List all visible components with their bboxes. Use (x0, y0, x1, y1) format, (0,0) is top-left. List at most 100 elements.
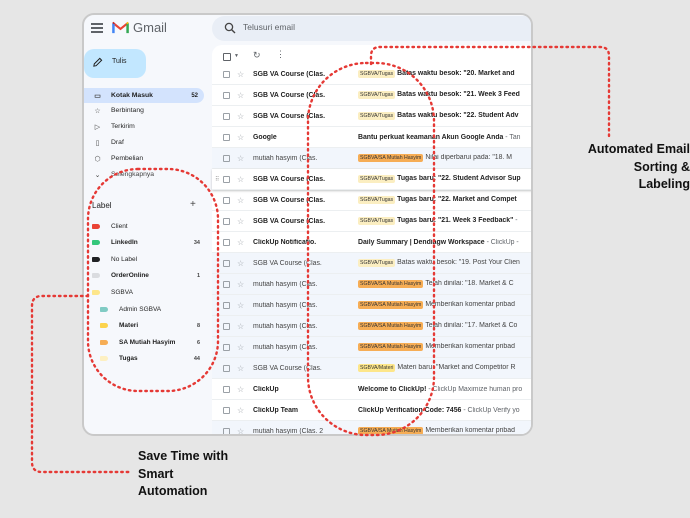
row-checkbox[interactable] (223, 301, 230, 309)
email-label-chip[interactable]: SGBVA/Tugas (358, 91, 396, 99)
star-icon[interactable]: ☆ (237, 112, 244, 121)
email-row[interactable]: ☆ ClickUp Notificatio. Daily Summary | Den… (212, 232, 531, 253)
refresh-icon[interactable]: ↻ (253, 50, 261, 61)
star-icon[interactable]: ☆ (237, 133, 244, 142)
email-label-chip[interactable]: SGBVA/SA Mutiah Hasyim (358, 343, 424, 351)
row-checkbox[interactable] (223, 406, 230, 414)
label-item-sa-mutiah-hasyim[interactable]: SA Mutiah Hasyim 6 (100, 336, 200, 349)
row-checkbox[interactable] (223, 385, 230, 393)
email-row[interactable]: ☆ ClickUp Welcome to ClickUp! - ClickUp Ma… (212, 379, 531, 400)
drag-handle-icon[interactable]: ⠿ (215, 176, 219, 183)
label-item-linkedin[interactable]: LinkedIn 34 (92, 236, 200, 249)
email-label-chip[interactable]: SGBVA/Tugas (358, 112, 396, 120)
star-icon[interactable]: ☆ (237, 385, 244, 394)
add-label-icon[interactable]: + (190, 199, 196, 210)
nav-item-kotak-masuk[interactable]: ▭ Kotak Masuk 52 (84, 88, 204, 103)
row-checkbox[interactable] (223, 70, 230, 78)
row-checkbox[interactable] (223, 133, 230, 141)
email-label-chip[interactable]: SGBVA/SA Mutiah Hasyim (358, 322, 424, 330)
email-subject: Batas waktu besok: "22. Student Adv (397, 112, 519, 119)
main-menu-icon[interactable] (91, 23, 103, 33)
label-item-client[interactable]: Client (92, 220, 200, 233)
select-all-checkbox[interactable] (223, 53, 231, 61)
label-item-admin-sgbva[interactable]: Admin SGBVA (100, 303, 200, 316)
email-row[interactable]: ☆ mutiah hasyim (Clas. 2 SGBVA/SA Mutiah H… (212, 421, 531, 435)
star-icon[interactable]: ☆ (237, 343, 244, 352)
row-checkbox[interactable] (223, 154, 230, 162)
label-item-materi[interactable]: Materi 8 (100, 319, 200, 332)
select-menu-caret-icon[interactable]: ▼ (234, 53, 239, 59)
email-row[interactable]: ☆ mutiah hasyim (Clas. SGBVA/SA Mutiah Has… (212, 148, 531, 169)
nav-item-draf[interactable]: ▯ Draf (84, 135, 204, 150)
row-checkbox[interactable] (223, 112, 230, 120)
star-icon[interactable]: ☆ (237, 406, 244, 415)
nav-item-terkirim[interactable]: ▷ Terkirim (84, 119, 204, 134)
email-row[interactable]: ☆ mutiah hasyim (Clas. SGBVA/SA Mutiah Has… (212, 337, 531, 358)
label-name: Client (111, 223, 128, 230)
row-checkbox[interactable] (223, 427, 230, 434)
label-item-orderonline[interactable]: OrderOnline 1 (92, 269, 200, 282)
email-row[interactable]: ☆ SGB VA Course (Clas. SGBVA/Tugas Batas wa… (212, 64, 531, 85)
email-label-chip[interactable]: SGBVA/SA Mutiah Hasyim (358, 427, 424, 434)
email-row[interactable]: ☆ SGB VA Course (Clas. SGBVA/Tugas Batas wa… (212, 106, 531, 127)
star-icon[interactable]: ☆ (237, 238, 244, 247)
row-checkbox[interactable] (223, 217, 230, 225)
nav-item-pembelian[interactable]: ⬡ Pembelian (84, 151, 204, 166)
nav-item-selengkapnya[interactable]: ⌄ Selengkapnya (84, 167, 204, 182)
row-checkbox[interactable] (223, 196, 230, 204)
nav-item-berbintang[interactable]: ☆ Berbintang (84, 103, 204, 118)
email-label-chip[interactable]: SGBVA/SA Mutiah Hasyim (358, 301, 424, 309)
row-checkbox[interactable] (223, 322, 230, 330)
email-row[interactable]: ☆ SGB VA Course (Clas. SGBVA/Materi Materi … (212, 358, 531, 379)
compose-button[interactable]: Tulis (84, 49, 146, 78)
row-checkbox[interactable] (223, 238, 230, 246)
star-icon[interactable]: ☆ (237, 217, 244, 226)
email-row[interactable]: ☆ Google Bantu perkuat keamanan Akun Googl… (212, 127, 531, 148)
star-icon[interactable]: ☆ (237, 70, 244, 79)
row-checkbox[interactable] (223, 280, 230, 288)
email-summary: Bantu perkuat keamanan Akun Google Anda … (358, 134, 531, 141)
star-icon[interactable]: ☆ (237, 175, 244, 184)
gmail-logo-icon[interactable] (112, 21, 129, 34)
email-label-chip[interactable]: SGBVA/SA Mutiah Hasyim (358, 280, 424, 288)
email-label-chip[interactable]: SGBVA/Materi (358, 364, 396, 372)
star-icon[interactable]: ☆ (237, 196, 244, 205)
email-label-chip[interactable]: SGBVA/Tugas (358, 259, 396, 267)
email-row[interactable]: ☆ SGB VA Course (Clas. SGBVA/Tugas Tugas ba… (212, 190, 531, 211)
email-row[interactable]: ☆ SGB VA Course (Clas. SGBVA/Tugas Batas wa… (212, 85, 531, 106)
email-label-chip[interactable]: SGBVA/Tugas (358, 175, 396, 183)
label-item-sgbva[interactable]: SGBVA (92, 286, 200, 299)
label-item-no-label[interactable]: No Label (92, 253, 200, 266)
email-row[interactable]: ☆ ClickUp Team ClickUp Verification Code: … (212, 400, 531, 421)
email-row[interactable]: ☆ SGB VA Course (Clas. SGBVA/Tugas Tugas ba… (212, 211, 531, 232)
email-label-chip[interactable]: SGBVA/SA Mutiah Hasyim (358, 154, 424, 162)
email-label-chip[interactable]: SGBVA/Tugas (358, 217, 396, 225)
star-icon[interactable]: ☆ (237, 427, 244, 435)
star-icon[interactable]: ☆ (237, 280, 244, 289)
star-icon[interactable]: ☆ (237, 322, 244, 331)
email-row[interactable]: ☆ SGB VA Course (Clas. SGBVA/Tugas Batas wa… (212, 253, 531, 274)
more-options-icon[interactable]: ⋮ (276, 49, 285, 60)
email-row[interactable]: ⠿ ☆ SGB VA Course (Clas. SGBVA/Tugas Tugas b… (212, 169, 531, 190)
email-label-chip[interactable]: SGBVA/Tugas (358, 196, 396, 204)
star-icon[interactable]: ☆ (237, 301, 244, 310)
label-item-tugas[interactable]: Tugas 44 (100, 352, 200, 365)
row-checkbox[interactable] (223, 91, 230, 99)
star-icon[interactable]: ☆ (237, 364, 244, 373)
star-icon[interactable]: ☆ (237, 154, 244, 163)
callout-save-time: Save Time with Smart Automation (138, 448, 228, 501)
email-subject: Tugas baru: "22. Market and Compet (397, 196, 517, 203)
search-bar[interactable]: Telusuri email (212, 16, 531, 41)
star-icon[interactable]: ☆ (237, 259, 244, 268)
star-icon[interactable]: ☆ (237, 91, 244, 100)
row-checkbox[interactable] (223, 364, 230, 372)
email-row[interactable]: ☆ mutiah hasyim (Clas. SGBVA/SA Mutiah Has… (212, 274, 531, 295)
email-row[interactable]: ☆ mutiah hasyim (Clas. SGBVA/SA Mutiah Has… (212, 295, 531, 316)
row-checkbox[interactable] (223, 343, 230, 351)
row-checkbox[interactable] (223, 175, 230, 183)
email-label-chip[interactable]: SGBVA/Tugas (358, 70, 396, 78)
row-checkbox[interactable] (223, 259, 230, 267)
email-row[interactable]: ☆ mutiah hasyim (Clas. SGBVA/SA Mutiah Has… (212, 316, 531, 337)
search-icon[interactable] (224, 22, 236, 34)
search-input[interactable]: Telusuri email (243, 22, 295, 32)
